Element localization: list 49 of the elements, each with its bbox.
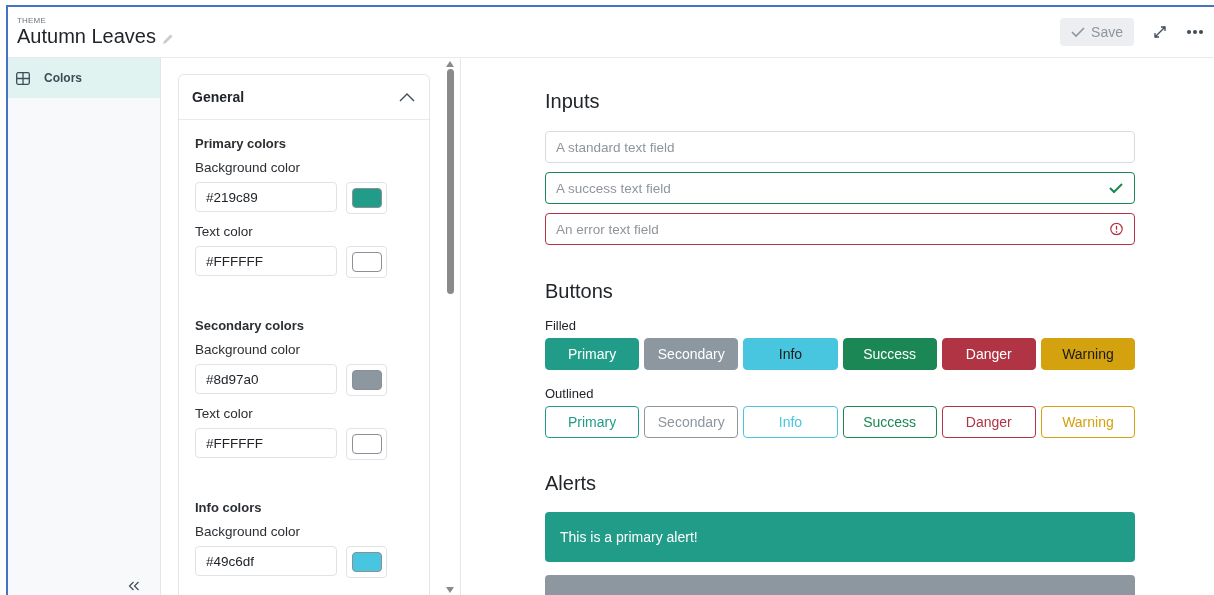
outlined-button[interactable]: Success: [842, 406, 937, 438]
color-picker-button[interactable]: [346, 546, 387, 578]
filled-button[interactable]: Warning: [1040, 338, 1136, 370]
scroll-thumb[interactable]: [446, 69, 454, 294]
section-title: Secondary colors: [195, 318, 306, 333]
field-label: Text color: [195, 406, 254, 421]
error-icon: [1110, 222, 1123, 236]
field-label: Background color: [195, 342, 302, 357]
section-title: Primary colors: [195, 136, 288, 151]
color-picker-button[interactable]: [346, 364, 387, 396]
panel-header[interactable]: General: [179, 75, 429, 120]
hex-input-field[interactable]: #49c6df: [195, 546, 337, 576]
color-picker-button[interactable]: [346, 246, 387, 278]
section-heading: Inputs: [545, 90, 601, 113]
grid-icon: [16, 71, 30, 85]
check-icon: [1071, 26, 1086, 38]
section-heading: Alerts: [545, 472, 598, 495]
hex-input-field[interactable]: #219c89: [195, 182, 337, 212]
field-label: Text color: [195, 224, 254, 239]
outlined-button[interactable]: Danger: [941, 406, 1036, 438]
text-field[interactable]: A success text field: [545, 172, 1135, 204]
outlined-button[interactable]: Primary: [545, 406, 640, 438]
filled-button[interactable]: Info: [743, 338, 838, 370]
theme-title: Autumn Leaves: [17, 25, 156, 48]
hex-input-field[interactable]: #FFFFFF: [195, 246, 337, 276]
alert-text: This is a primary alert!: [560, 529, 698, 545]
scroll-up-icon[interactable]: [446, 61, 454, 67]
scroll-down-icon[interactable]: [446, 587, 454, 593]
color-picker-button[interactable]: [346, 428, 387, 460]
group-label: Outlined: [545, 386, 595, 401]
more-icon[interactable]: [1186, 29, 1204, 35]
collapse-icon[interactable]: [128, 581, 140, 591]
text-field[interactable]: An error text field: [545, 213, 1135, 245]
filled-button[interactable]: Danger: [941, 338, 1036, 370]
group-label: Filled: [545, 318, 578, 333]
section-title: Info colors: [195, 500, 263, 515]
section-heading: Buttons: [545, 280, 614, 303]
hex-input-field[interactable]: #FFFFFF: [195, 428, 337, 458]
chevron-up-icon: [399, 92, 415, 102]
filled-button[interactable]: Success: [842, 338, 937, 370]
theme-eyebrow: THEME: [17, 16, 47, 25]
filled-button[interactable]: Primary: [545, 338, 640, 370]
color-picker-button[interactable]: [346, 182, 387, 214]
sidebar-item[interactable]: Colors: [8, 58, 160, 98]
expand-icon[interactable]: [1152, 24, 1168, 40]
check-icon: [1109, 182, 1123, 194]
field-label: Background color: [195, 524, 302, 539]
field-label: Background color: [195, 160, 302, 175]
hex-input-field[interactable]: #8d97a0: [195, 364, 337, 394]
